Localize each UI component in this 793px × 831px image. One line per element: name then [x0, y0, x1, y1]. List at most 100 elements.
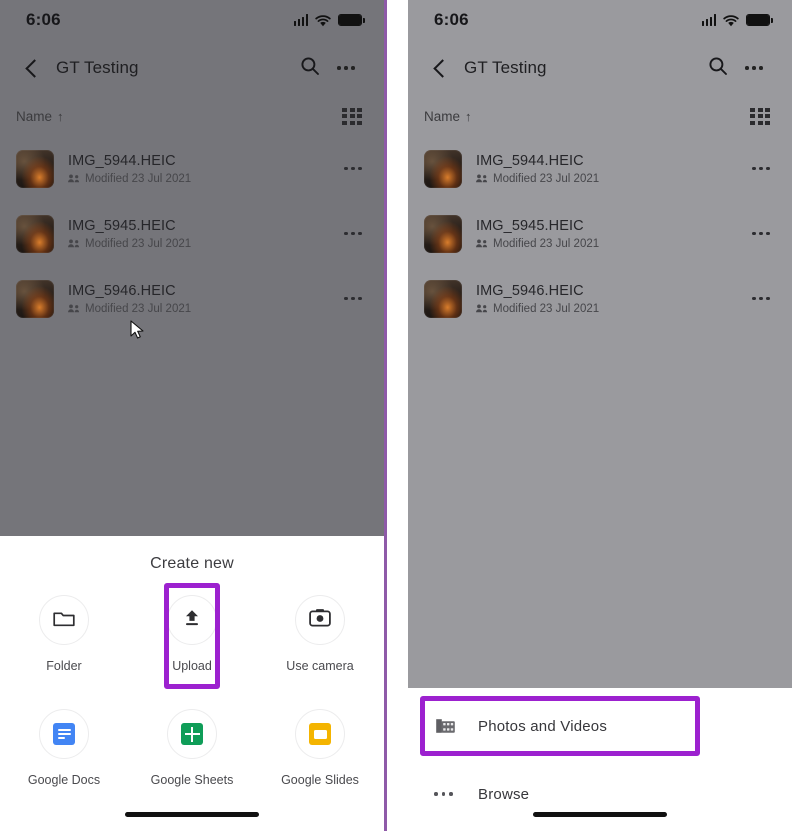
page-title: GT Testing	[464, 58, 547, 77]
status-bar: 6:06	[408, 0, 792, 40]
upload-icon	[182, 608, 202, 633]
more-options-icon	[337, 66, 355, 70]
battery-icon	[338, 14, 365, 26]
create-new-grid-row-2: Google Docs Google Sheets Google Slides	[0, 701, 384, 797]
create-option-label: Google Slides	[281, 773, 359, 787]
search-icon	[300, 56, 320, 81]
google-docs-icon	[53, 723, 75, 745]
wifi-icon	[723, 14, 739, 27]
grid-view-icon[interactable]	[750, 107, 770, 125]
back-chevron-icon	[432, 58, 452, 78]
file-name: IMG_5946.HEIC	[476, 282, 584, 299]
upload-source-photos-and-videos[interactable]: Photos and Videos	[408, 696, 792, 756]
file-name: IMG_5945.HEIC	[68, 217, 176, 234]
file-meta: IMG_5946.HEIC Modified 23 Jul 2021	[476, 283, 599, 315]
file-thumbnail	[424, 214, 462, 253]
shared-people-icon	[68, 304, 80, 313]
cellular-signal-icon	[293, 14, 308, 26]
table-row[interactable]: IMG_5946.HEIC Modified 23 Jul 2021	[408, 266, 792, 331]
file-subtitle: Modified 23 Jul 2021	[476, 238, 599, 250]
shared-people-icon	[68, 174, 80, 183]
sheet-title: Create new	[150, 555, 234, 572]
table-row[interactable]: IMG_5945.HEIC Modified 23 Jul 2021	[408, 201, 792, 266]
file-list: IMG_5944.HEIC Modified 23 Jul 2021 IMG_5…	[0, 136, 384, 331]
cellular-signal-icon	[701, 14, 716, 26]
file-subtitle-text: Modified 23 Jul 2021	[85, 237, 192, 250]
sort-label: Name	[424, 108, 461, 124]
upload-source-label: Browse	[478, 785, 530, 803]
file-meta: IMG_5944.HEIC Modified 23 Jul 2021	[68, 153, 191, 185]
home-indicator	[125, 812, 259, 817]
create-option-label: Upload	[172, 659, 212, 673]
create-option-use-camera[interactable]: Use camera	[256, 587, 384, 683]
overflow-button[interactable]	[736, 50, 772, 86]
row-more-options-icon[interactable]	[752, 231, 770, 236]
sort-row[interactable]: Name ↑	[0, 96, 384, 136]
status-bar: 6:06	[0, 0, 384, 40]
home-indicator	[533, 812, 667, 817]
shared-people-icon	[476, 239, 488, 248]
camera-icon	[309, 608, 331, 632]
file-subtitle-text: Modified 23 Jul 2021	[85, 302, 192, 315]
file-thumbnail	[16, 279, 54, 318]
sort-direction-icon: ↑	[465, 108, 472, 124]
back-button[interactable]	[422, 50, 458, 86]
create-option-google-slides[interactable]: Google Slides	[256, 701, 384, 797]
folder-icon	[53, 609, 75, 632]
google-sheets-icon-circle	[167, 709, 217, 759]
grid-view-icon[interactable]	[342, 107, 362, 125]
back-button[interactable]	[14, 50, 50, 86]
row-more-options-icon[interactable]	[752, 166, 770, 171]
table-row[interactable]: IMG_5946.HEIC Modified 23 Jul 2021	[0, 266, 384, 331]
file-meta: IMG_5944.HEIC Modified 23 Jul 2021	[476, 153, 599, 185]
status-bar-clock: 6:06	[434, 10, 469, 29]
row-more-options-icon[interactable]	[752, 296, 770, 301]
file-subtitle-text: Modified 23 Jul 2021	[85, 172, 192, 185]
upload-source-sheet: Photos and Videos Browse	[408, 688, 792, 831]
search-button[interactable]	[700, 50, 736, 86]
search-button[interactable]	[292, 50, 328, 86]
create-option-label: Google Sheets	[150, 773, 234, 787]
create-option-upload[interactable]: Upload	[128, 583, 256, 689]
create-new-grid-row-1: Folder Upload Use camera	[0, 583, 384, 689]
more-options-icon	[745, 66, 763, 70]
sort-row[interactable]: Name ↑	[408, 96, 792, 136]
shared-people-icon	[68, 239, 80, 248]
google-slides-icon	[309, 723, 331, 745]
create-option-google-docs[interactable]: Google Docs	[0, 701, 128, 797]
mouse-pointer	[130, 320, 146, 340]
overflow-button[interactable]	[328, 50, 364, 86]
file-thumbnail	[424, 149, 462, 188]
wifi-icon	[315, 14, 331, 27]
photos-videos-icon	[434, 716, 464, 736]
sort-direction-icon: ↑	[57, 108, 64, 124]
file-subtitle: Modified 23 Jul 2021	[68, 238, 191, 250]
file-subtitle: Modified 23 Jul 2021	[476, 303, 599, 315]
file-meta: IMG_5945.HEIC Modified 23 Jul 2021	[68, 218, 191, 250]
search-icon	[708, 56, 728, 81]
browse-dots-glyph	[434, 792, 453, 796]
camera-icon-circle	[295, 595, 345, 645]
create-option-label: Folder	[46, 659, 82, 673]
file-subtitle: Modified 23 Jul 2021	[68, 173, 191, 185]
file-subtitle-text: Modified 23 Jul 2021	[493, 172, 600, 185]
create-option-folder[interactable]: Folder	[0, 587, 128, 683]
folder-icon-circle	[39, 595, 89, 645]
table-row[interactable]: IMG_5944.HEIC Modified 23 Jul 2021	[408, 136, 792, 201]
google-sheets-icon	[181, 723, 203, 745]
table-row[interactable]: IMG_5945.HEIC Modified 23 Jul 2021	[0, 201, 384, 266]
app-bar: GT Testing	[0, 40, 384, 96]
row-more-options-icon[interactable]	[344, 296, 362, 301]
file-thumbnail	[16, 214, 54, 253]
table-row[interactable]: IMG_5944.HEIC Modified 23 Jul 2021	[0, 136, 384, 201]
create-option-google-sheets[interactable]: Google Sheets	[128, 701, 256, 797]
row-more-options-icon[interactable]	[344, 166, 362, 171]
shared-people-icon	[476, 304, 488, 313]
page-title: GT Testing	[56, 58, 139, 77]
file-name: IMG_5944.HEIC	[68, 152, 176, 169]
create-new-sheet: Create new Folder Upload Use camera Goog…	[0, 536, 384, 831]
app-bar: GT Testing	[408, 40, 792, 96]
row-more-options-icon[interactable]	[344, 231, 362, 236]
file-subtitle-text: Modified 23 Jul 2021	[493, 302, 600, 315]
file-subtitle-text: Modified 23 Jul 2021	[493, 237, 600, 250]
